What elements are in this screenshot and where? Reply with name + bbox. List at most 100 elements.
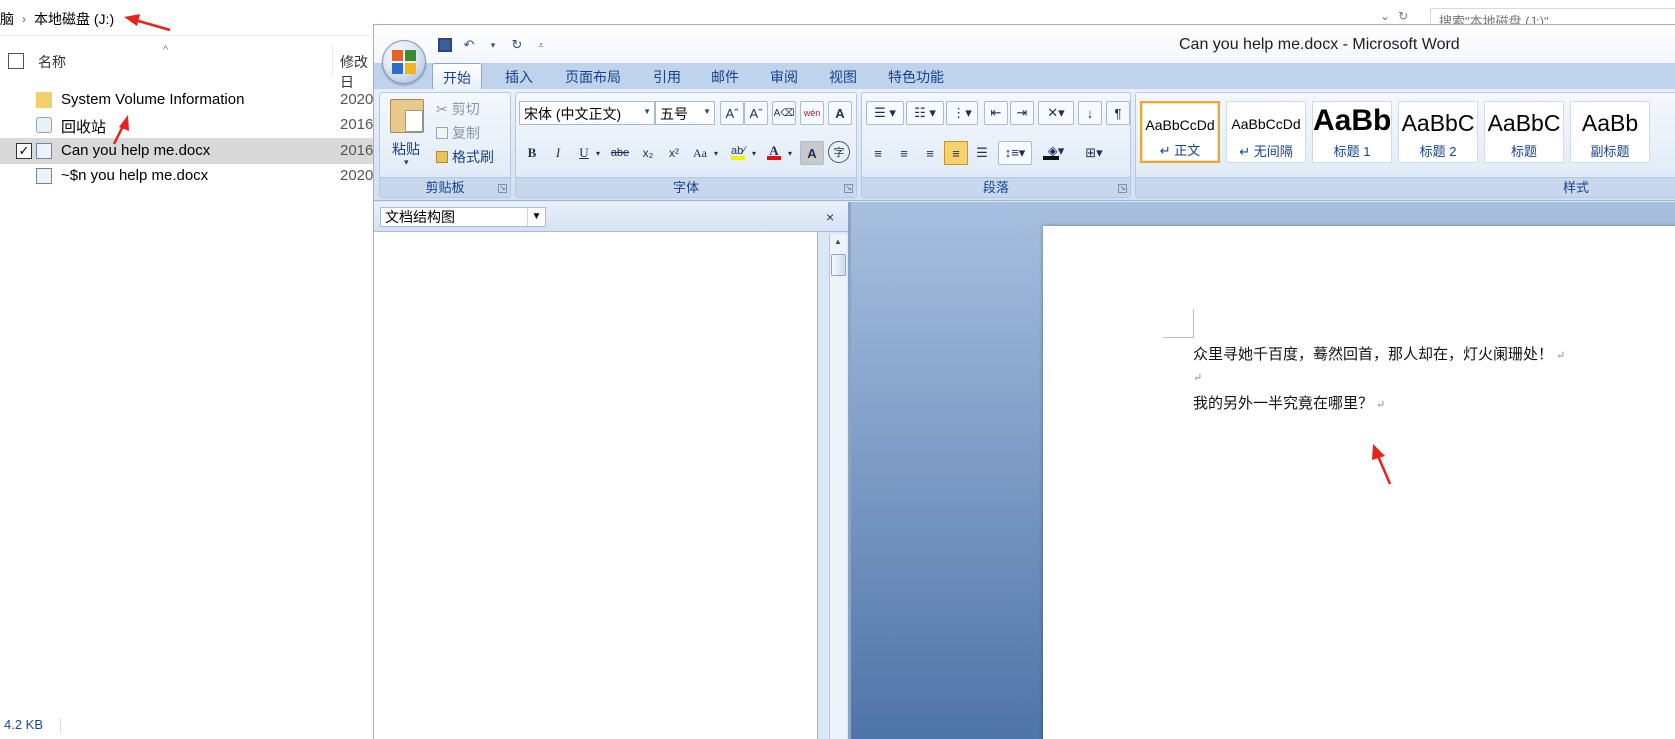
dialog-launcher-icon[interactable]: ↘: [844, 184, 853, 193]
bold-button[interactable]: B: [520, 141, 544, 165]
grow-font-button[interactable]: Aˆ: [720, 101, 744, 125]
dialog-launcher-icon[interactable]: ↘: [498, 184, 507, 193]
tab-special[interactable]: 特色功能: [888, 67, 944, 87]
paste-button[interactable]: 粘贴: [392, 139, 420, 159]
save-icon[interactable]: [436, 36, 454, 54]
chinese-layout-button[interactable]: ✕▾: [1038, 101, 1074, 125]
file-row[interactable]: System Volume Information 2020: [0, 87, 380, 113]
chevron-down-icon[interactable]: ▾: [404, 157, 409, 168]
tab-review[interactable]: 审阅: [770, 67, 798, 87]
tab-references[interactable]: 引用: [653, 67, 681, 87]
style-title[interactable]: AaBbC 标题: [1484, 101, 1564, 163]
tab-insert[interactable]: 插入: [505, 67, 533, 87]
shading-button[interactable]: ◈▾: [1038, 139, 1074, 163]
borders-button[interactable]: ⊞▾: [1078, 141, 1110, 165]
status-divider: [60, 718, 61, 734]
numbering-button[interactable]: ☷ ▾: [906, 101, 944, 125]
chevron-down-icon[interactable]: ▾: [784, 141, 796, 165]
chevron-down-icon[interactable]: ▾: [710, 141, 722, 165]
bullets-button[interactable]: ☰ ▾: [866, 101, 904, 125]
file-list-header: 名称 ^ 修改日: [0, 44, 380, 90]
subscript-button[interactable]: x₂: [636, 141, 660, 165]
char-shading-button[interactable]: A: [800, 141, 824, 165]
group-label: 剪贴板: [380, 177, 510, 197]
font-name-select[interactable]: 宋体 (中文正文) ▼: [519, 101, 655, 125]
italic-button[interactable]: I: [546, 141, 570, 165]
pane-scrollbar[interactable]: ▲: [829, 234, 847, 739]
increase-indent-button[interactable]: ⇥: [1010, 101, 1034, 125]
decrease-indent-button[interactable]: ⇤: [984, 101, 1008, 125]
highlight-button[interactable]: ab⁄: [726, 139, 750, 163]
scrollbar-thumb[interactable]: [831, 254, 846, 276]
breadcrumb[interactable]: 电脑 › 本地磁盘 (J:): [0, 8, 114, 30]
pane-mode-select[interactable]: 文档结构图 ▼: [380, 207, 546, 227]
chevron-down-icon[interactable]: ⌄: [1380, 9, 1390, 23]
document-page[interactable]: 众里寻她千百度，蓦然回首，那人却在，灯火阑珊处！ ↵ ↵ 我的另外一半究竟在哪里？…: [1043, 226, 1675, 739]
align-right-button[interactable]: ≡: [918, 141, 942, 165]
format-painter-button[interactable]: 格式刷: [436, 147, 494, 167]
char-border-button[interactable]: A: [828, 101, 852, 125]
document-paragraph[interactable]: 众里寻她千百度，蓦然回首，那人却在，灯火阑珊处！ ↵: [1193, 343, 1565, 364]
redo-icon[interactable]: ↻: [508, 36, 526, 54]
line-spacing-button[interactable]: ↕≡▾: [998, 141, 1032, 165]
font-color-button[interactable]: A: [762, 139, 786, 163]
select-all-checkbox[interactable]: [8, 53, 24, 69]
style-no-spacing[interactable]: AaBbCcDd ↵ 无间隔: [1226, 101, 1306, 163]
sort-button[interactable]: ↓: [1078, 101, 1102, 125]
document-paragraph[interactable]: 我的另外一半究竟在哪里？ ↵: [1193, 392, 1385, 413]
format-painter-icon: [436, 151, 448, 163]
dialog-launcher-icon[interactable]: ↘: [1118, 184, 1127, 193]
tab-mailings[interactable]: 邮件: [711, 67, 739, 87]
superscript-button[interactable]: x²: [662, 141, 686, 165]
scroll-up-icon[interactable]: ▲: [834, 237, 842, 246]
align-left-button[interactable]: ≡: [866, 141, 890, 165]
chevron-down-icon[interactable]: ▾: [592, 141, 604, 165]
tab-view[interactable]: 视图: [829, 67, 857, 87]
undo-icon[interactable]: ↶: [460, 36, 478, 54]
clear-format-button[interactable]: A⌫: [772, 101, 796, 125]
customize-qat-icon[interactable]: ⩡: [532, 36, 550, 54]
tab-home[interactable]: 开始: [432, 63, 482, 91]
strikethrough-button[interactable]: abe: [608, 141, 632, 165]
chevron-down-icon[interactable]: ▾: [484, 36, 502, 54]
refresh-icon[interactable]: ↻: [1398, 9, 1408, 23]
chevron-right-icon: ›: [22, 12, 26, 26]
style-normal[interactable]: AaBbCcDd ↵ 正文: [1140, 101, 1220, 163]
pane-mode-value: 文档结构图: [385, 209, 455, 225]
enclose-char-button[interactable]: 字: [828, 141, 850, 163]
show-marks-button[interactable]: ¶: [1106, 101, 1130, 125]
column-header-name[interactable]: 名称: [38, 52, 66, 72]
copy-button[interactable]: 复制: [436, 123, 480, 143]
font-size-select[interactable]: 五号 ▼: [655, 101, 715, 125]
cut-button[interactable]: ✂ 剪切: [436, 99, 480, 119]
paste-icon[interactable]: [390, 99, 424, 133]
change-case-button[interactable]: Aa: [688, 141, 712, 165]
breadcrumb-item-pc[interactable]: 电脑: [0, 9, 14, 29]
breadcrumb-item-drive[interactable]: 本地磁盘 (J:): [34, 9, 114, 29]
style-subtitle[interactable]: AaBb 副标题: [1570, 101, 1650, 163]
status-size: 4.2 KB: [4, 717, 44, 732]
justify-button[interactable]: ≡: [944, 141, 968, 165]
row-checkbox-checked[interactable]: ✓: [16, 143, 32, 159]
file-row[interactable]: ~$n you help me.docx 2020: [0, 163, 380, 189]
format-painter-label: 格式刷: [452, 149, 494, 165]
column-divider[interactable]: [332, 46, 333, 76]
file-row[interactable]: 回收站 2016: [0, 112, 380, 138]
office-button[interactable]: [382, 40, 426, 84]
document-paragraph-empty[interactable]: ↵: [1193, 367, 1202, 385]
chevron-down-icon[interactable]: ▾: [748, 141, 760, 165]
window-title: Can you help me.docx - Microsoft Word: [1179, 36, 1460, 53]
shrink-font-button[interactable]: Aˇ: [744, 101, 768, 125]
distributed-button[interactable]: ☰: [970, 141, 994, 165]
close-icon[interactable]: ×: [826, 209, 834, 225]
style-heading-1[interactable]: AaBb 标题 1: [1312, 101, 1392, 163]
tab-page-layout[interactable]: 页面布局: [565, 67, 621, 87]
style-name: 标题 2: [1419, 144, 1457, 159]
style-heading-2[interactable]: AaBbC 标题 2: [1398, 101, 1478, 163]
document-area[interactable]: 众里寻她千百度，蓦然回首，那人却在，灯火阑珊处！ ↵ ↵ 我的另外一半究竟在哪里？…: [848, 202, 1675, 739]
phonetic-guide-button[interactable]: wén: [800, 101, 824, 125]
multilevel-list-button[interactable]: ⋮▾: [946, 101, 978, 125]
align-center-button[interactable]: ≡: [892, 141, 916, 165]
paragraph-text: 众里寻她千百度，蓦然回首，那人却在，灯火阑珊处！: [1193, 345, 1554, 363]
file-row-selected[interactable]: ✓ Can you help me.docx 2016: [0, 138, 380, 164]
